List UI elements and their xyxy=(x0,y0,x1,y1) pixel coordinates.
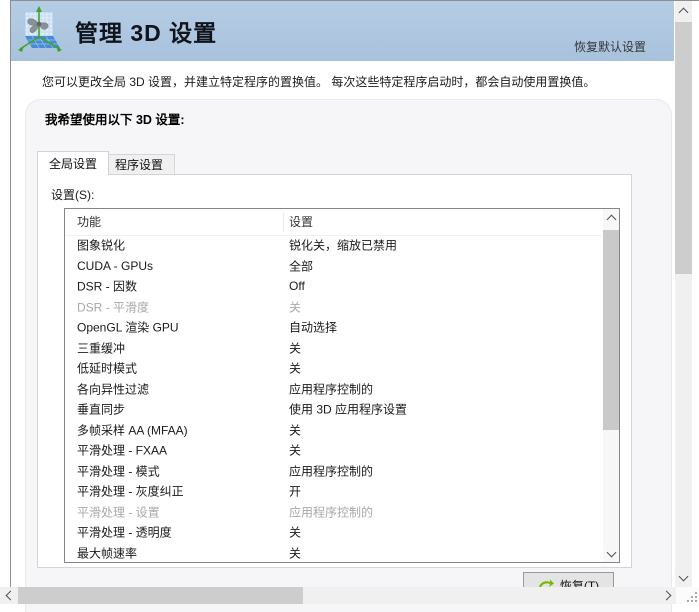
list-scrollbar-thumb[interactable] xyxy=(603,230,619,430)
feature-name: 垂直同步 xyxy=(77,401,125,418)
feature-name: 平滑处理 - 设置 xyxy=(77,503,160,520)
settings-row[interactable]: 三重缓冲 关 xyxy=(65,338,602,359)
settings-row[interactable]: DSR - 平滑度 关 xyxy=(65,297,602,318)
feature-value: 关 xyxy=(289,544,301,561)
settings-list-header[interactable]: 功能 设置 xyxy=(65,209,602,236)
settings-row[interactable]: DSR - 因数 Off xyxy=(65,276,602,297)
feature-value: 全部 xyxy=(289,257,313,274)
feature-name: DSR - 平滑度 xyxy=(77,298,149,315)
feature-value: Off xyxy=(289,279,305,293)
page-vertical-scrollbar[interactable] xyxy=(675,1,692,587)
chevron-right-icon xyxy=(662,591,672,601)
feature-name: 多帧采样 AA (MFAA) xyxy=(77,421,188,438)
feature-name: 低延时模式 xyxy=(77,360,137,377)
pane-left-border xyxy=(10,0,11,587)
feature-value: 应用程序控制的 xyxy=(289,380,373,397)
manage-3d-settings-page: 管理 3D 设置 恢复默认设置 您可以更改全局 3D 设置，并建立特定程序的置换… xyxy=(0,0,699,612)
tab-global-settings[interactable]: 全局设置 xyxy=(37,151,109,175)
settings-row[interactable]: 多帧采样 AA (MFAA) 关 xyxy=(65,420,602,441)
column-divider[interactable] xyxy=(283,212,284,232)
page-hscrollbar-thumb[interactable] xyxy=(18,587,303,604)
page-scroll-up-button[interactable] xyxy=(675,2,692,19)
scrollbar-corner xyxy=(676,587,699,604)
feature-name: 平滑处理 - 透明度 xyxy=(77,524,172,541)
feature-name: 各向异性过滤 xyxy=(77,380,149,397)
feature-name: DSR - 因数 xyxy=(77,278,137,295)
settings-row[interactable]: 最大帧速率 关 xyxy=(65,543,602,563)
list-scrollbar[interactable] xyxy=(603,209,619,562)
feature-name: CUDA - GPUs xyxy=(77,259,153,273)
column-header-feature[interactable]: 功能 xyxy=(77,209,101,235)
global-settings-tabpage: 设置(S): 功能 设置 图象锐化 锐化关，缩放已禁用 CUDA - GPUs … xyxy=(37,174,632,568)
feature-value: 使用 3D 应用程序设置 xyxy=(289,401,407,418)
feature-name: 图象锐化 xyxy=(77,237,125,254)
feature-name: 平滑处理 - 模式 xyxy=(77,462,160,479)
column-header-setting[interactable]: 设置 xyxy=(289,209,313,235)
feature-value: 应用程序控制的 xyxy=(289,462,373,479)
page-description: 您可以更改全局 3D 设置，并建立特定程序的置换值。 每次这些特定程序启动时，都… xyxy=(42,73,642,90)
list-scroll-up-button[interactable] xyxy=(603,209,619,226)
settings-row[interactable]: 平滑处理 - FXAA 关 xyxy=(65,440,602,461)
chevron-up-icon xyxy=(679,7,689,17)
feature-value: 开 xyxy=(289,483,301,500)
restore-defaults-link[interactable]: 恢复默认设置 xyxy=(574,38,646,55)
feature-name: 最大帧速率 xyxy=(77,544,137,561)
settings-listbox: 功能 设置 图象锐化 锐化关，缩放已禁用 CUDA - GPUs 全部 DSR … xyxy=(64,208,620,563)
page-title: 管理 3D 设置 xyxy=(75,14,217,48)
feature-value: 应用程序控制的 xyxy=(289,503,373,520)
page-scroll-left-button[interactable] xyxy=(1,587,18,604)
feature-value: 关 xyxy=(289,298,301,315)
resize-grip-icon[interactable] xyxy=(685,590,697,602)
page-scroll-down-button[interactable] xyxy=(675,569,692,586)
feature-name: 平滑处理 - FXAA xyxy=(77,442,167,459)
chevron-up-icon xyxy=(606,214,616,224)
page-horizontal-scrollbar[interactable] xyxy=(0,587,676,604)
feature-value: 锐化关，缩放已禁用 xyxy=(289,237,397,254)
feature-name: OpenGL 渲染 GPU xyxy=(77,319,179,336)
settings-list-body: 图象锐化 锐化关，缩放已禁用 CUDA - GPUs 全部 DSR - 因数 O… xyxy=(65,235,602,562)
feature-value: 关 xyxy=(289,421,301,438)
feature-value: 自动选择 xyxy=(289,319,337,336)
settings-row[interactable]: 各向异性过滤 应用程序控制的 xyxy=(65,379,602,400)
page-vscrollbar-thumb[interactable] xyxy=(675,22,692,274)
section-label: 我希望使用以下 3D 设置: xyxy=(45,109,185,128)
chevron-left-icon xyxy=(6,591,16,601)
settings-row[interactable]: 低延时模式 关 xyxy=(65,358,602,379)
settings-row[interactable]: CUDA - GPUs 全部 xyxy=(65,256,602,277)
settings-row[interactable]: 平滑处理 - 透明度 关 xyxy=(65,522,602,543)
page-header: 管理 3D 设置 恢复默认设置 xyxy=(11,1,674,61)
feature-value: 关 xyxy=(289,360,301,377)
3d-settings-icon xyxy=(18,6,62,56)
settings-row[interactable]: 平滑处理 - 模式 应用程序控制的 xyxy=(65,461,602,482)
chevron-down-icon xyxy=(606,547,616,557)
chevron-down-icon xyxy=(679,571,689,581)
feature-value: 关 xyxy=(289,442,301,459)
feature-name: 三重缓冲 xyxy=(77,339,125,356)
page-scroll-right-button[interactable] xyxy=(659,587,676,604)
tab-program-settings[interactable]: 程序设置 xyxy=(103,154,175,175)
settings-row[interactable]: 垂直同步 使用 3D 应用程序设置 xyxy=(65,399,602,420)
settings-row[interactable]: 平滑处理 - 设置 应用程序控制的 xyxy=(65,502,602,523)
settings-row[interactable]: 图象锐化 锐化关，缩放已禁用 xyxy=(65,235,602,256)
settings-row[interactable]: 平滑处理 - 灰度纠正 开 xyxy=(65,481,602,502)
feature-value: 关 xyxy=(289,339,301,356)
feature-value: 关 xyxy=(289,524,301,541)
feature-name: 平滑处理 - 灰度纠正 xyxy=(77,483,184,500)
list-scroll-down-button[interactable] xyxy=(603,545,619,562)
settings-row[interactable]: OpenGL 渲染 GPU 自动选择 xyxy=(65,317,602,338)
settings-list-label: 设置(S): xyxy=(51,186,94,203)
